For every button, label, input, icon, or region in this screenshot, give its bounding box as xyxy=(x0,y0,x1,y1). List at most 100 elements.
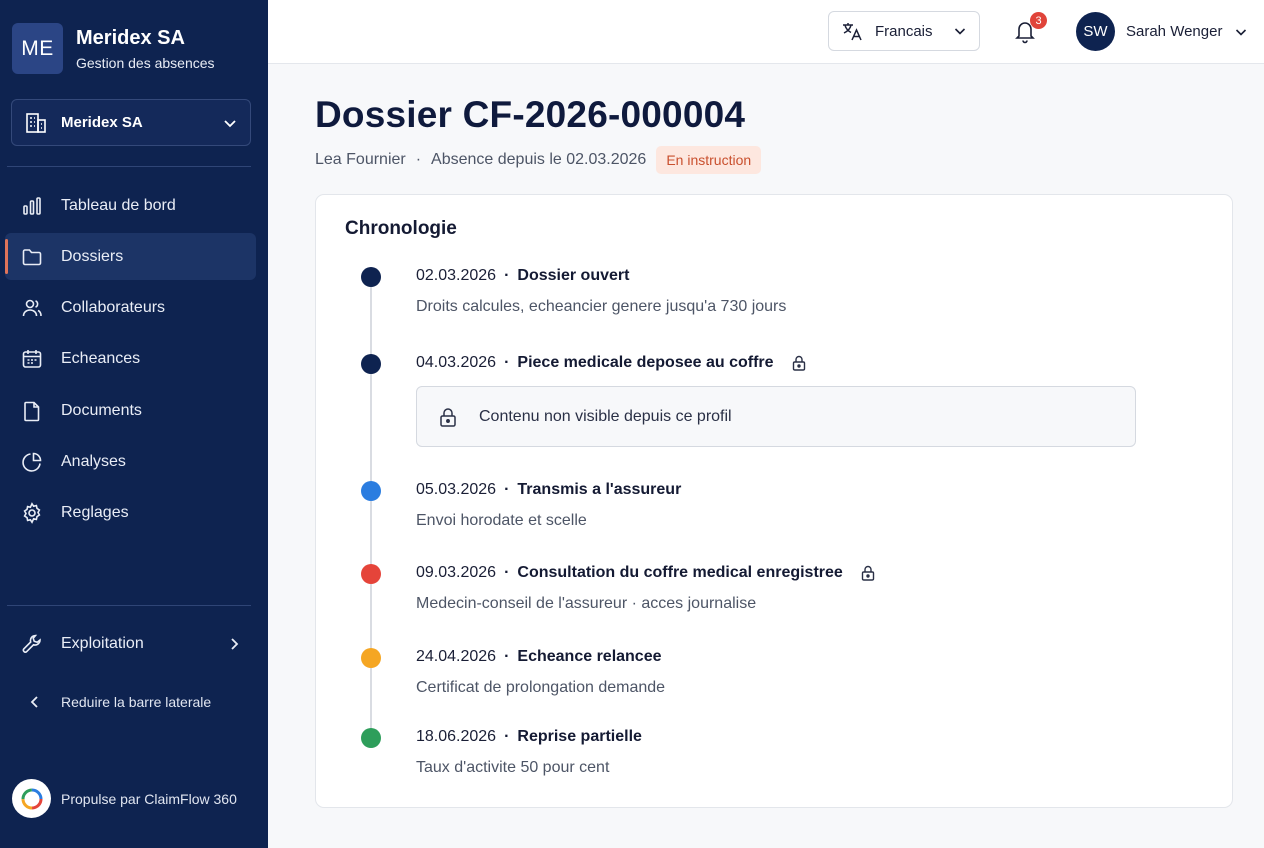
collapse-sidebar-button[interactable]: Reduire la barre laterale xyxy=(5,683,256,721)
sidebar-item-analyses[interactable]: Analyses xyxy=(5,438,256,485)
event-date: 18.06.2026 xyxy=(416,728,497,745)
timeline-event-header: 18.06.2026 · Reprise partielle xyxy=(416,728,642,745)
sidebar-item-exploitation[interactable]: Exploitation xyxy=(5,621,256,667)
users-icon xyxy=(21,297,43,319)
exploitation-label: Exploitation xyxy=(61,635,144,652)
event-description: Taux d'activite 50 pour cent xyxy=(416,759,610,776)
timeline-event-header: 04.03.2026 · Piece medicale deposee au c… xyxy=(416,354,808,372)
folder-icon xyxy=(21,246,43,268)
separator-dot: · xyxy=(415,151,422,168)
sidebar-item-label: Collaborateurs xyxy=(61,299,166,317)
sidebar-item-documents[interactable]: Documents xyxy=(5,387,256,434)
event-date: 02.03.2026 xyxy=(416,267,497,284)
brand: ME Meridex SA Gestion des absences xyxy=(12,23,215,74)
sidebar-item-label: Analyses xyxy=(61,452,126,470)
claimflow-logo-icon xyxy=(12,779,51,818)
event-description: Envoi horodate et scelle xyxy=(416,512,587,529)
user-menu[interactable]: SW Sarah Wenger xyxy=(1076,12,1248,51)
lock-icon xyxy=(790,354,808,372)
powered-by-label: Propulse par ClaimFlow 360 xyxy=(61,790,237,807)
pie-chart-icon xyxy=(21,451,43,473)
timeline-dot xyxy=(361,648,381,668)
sidebar-item-label: Documents xyxy=(61,401,142,419)
event-title: Piece medicale deposee au coffre xyxy=(517,354,774,371)
sidebar: ME Meridex SA Gestion des absences Merid… xyxy=(0,0,268,848)
timeline-event-header: 09.03.2026 · Consultation du coffre medi… xyxy=(416,564,877,582)
sidebar-item-label: Dossiers xyxy=(61,247,124,265)
language-selector[interactable]: Francais xyxy=(828,11,980,51)
organization-label: Meridex SA xyxy=(61,114,143,131)
event-date: 24.04.2026 xyxy=(416,648,497,665)
bar-chart-icon xyxy=(21,195,43,217)
lock-icon xyxy=(437,406,459,428)
event-title: Dossier ouvert xyxy=(517,267,630,284)
timeline-card: Chronologie 02.03.2026 · Dossier ouvert … xyxy=(315,194,1233,808)
sidebar-divider xyxy=(7,605,251,606)
event-title: Transmis a l'assureur xyxy=(517,481,682,498)
translate-icon xyxy=(841,20,863,42)
timeline-title: Chronologie xyxy=(345,218,457,239)
status-badge: En instruction xyxy=(656,146,762,174)
page-title: Dossier CF-2026-000004 xyxy=(315,94,746,135)
event-date: 05.03.2026 xyxy=(416,481,497,498)
wrench-icon xyxy=(21,633,43,655)
chevron-left-icon xyxy=(27,694,43,710)
dossier-subtitle: Lea Fournier · Absence depuis le 02.03.2… xyxy=(315,146,762,174)
sidebar-item-label: Tableau de bord xyxy=(61,196,176,214)
timeline-dot xyxy=(361,481,381,501)
sidebar-item-echeances[interactable]: Echeances xyxy=(5,336,256,383)
timeline-connector xyxy=(370,374,372,491)
timeline-connector xyxy=(370,584,372,658)
avatar: SW xyxy=(1076,12,1115,51)
chevron-down-icon xyxy=(222,115,238,131)
building-icon xyxy=(24,111,48,135)
brand-name: Meridex SA xyxy=(76,26,185,49)
sidebar-nav: Tableau de bord Dossiers Collaborateurs … xyxy=(5,182,256,541)
timeline-event-header: 02.03.2026 · Dossier ouvert xyxy=(416,267,630,284)
event-title: Reprise partielle xyxy=(517,728,642,745)
organization-selector[interactable]: Meridex SA xyxy=(11,99,251,146)
calendar-icon xyxy=(21,348,43,370)
event-description: Droits calcules, echeancier genere jusqu… xyxy=(416,298,787,315)
absence-info: Absence depuis le 02.03.2026 xyxy=(431,151,647,168)
timeline-dot xyxy=(361,267,381,287)
sidebar-item-tableau-de-bord[interactable]: Tableau de bord xyxy=(5,182,256,229)
timeline-event-header: 05.03.2026 · Transmis a l'assureur xyxy=(416,481,682,498)
sidebar-item-dossiers[interactable]: Dossiers xyxy=(5,233,256,281)
topbar: Francais 3 SW Sarah Wenger xyxy=(268,0,1264,64)
timeline-connector xyxy=(370,287,372,363)
sidebar-divider xyxy=(7,166,251,167)
event-date: 04.03.2026 xyxy=(416,354,497,371)
brand-logo: ME xyxy=(12,23,63,74)
lock-icon xyxy=(859,564,877,582)
person-name: Lea Fournier xyxy=(315,151,406,168)
chevron-right-icon xyxy=(226,636,242,652)
sidebar-item-label: Echeances xyxy=(61,350,141,368)
timeline-dot xyxy=(361,564,381,584)
user-name: Sarah Wenger xyxy=(1126,23,1223,40)
sidebar-item-reglages[interactable]: Reglages xyxy=(5,490,256,537)
collapse-label: Reduire la barre laterale xyxy=(61,694,212,710)
event-date: 09.03.2026 xyxy=(416,564,497,581)
gear-icon xyxy=(21,502,43,525)
sidebar-item-collaborateurs[interactable]: Collaborateurs xyxy=(5,285,256,332)
brand-subtitle: Gestion des absences xyxy=(76,54,215,71)
chevron-down-icon xyxy=(1234,25,1248,39)
notification-badge: 3 xyxy=(1030,12,1047,29)
timeline-dot xyxy=(361,728,381,748)
event-title: Consultation du coffre medical enregistr… xyxy=(517,564,843,581)
restricted-text: Contenu non visible depuis ce profil xyxy=(479,407,732,425)
bell-icon xyxy=(1013,22,1037,48)
file-icon xyxy=(21,400,43,422)
event-description: Certificat de prolongation demande xyxy=(416,679,666,696)
timeline-dot xyxy=(361,354,381,374)
powered-by: Propulse par ClaimFlow 360 xyxy=(12,779,237,818)
timeline-event-header: 24.04.2026 · Echeance relancee xyxy=(416,648,662,665)
notifications-button[interactable]: 3 xyxy=(1013,12,1047,44)
sidebar-item-label: Reglages xyxy=(61,504,129,522)
event-title: Echeance relancee xyxy=(517,648,662,665)
restricted-content-notice: Contenu non visible depuis ce profil xyxy=(416,386,1136,447)
event-description: Medecin-conseil de l'assureur · acces jo… xyxy=(416,595,757,612)
timeline-connector xyxy=(370,501,372,573)
language-label: Francais xyxy=(875,22,933,40)
